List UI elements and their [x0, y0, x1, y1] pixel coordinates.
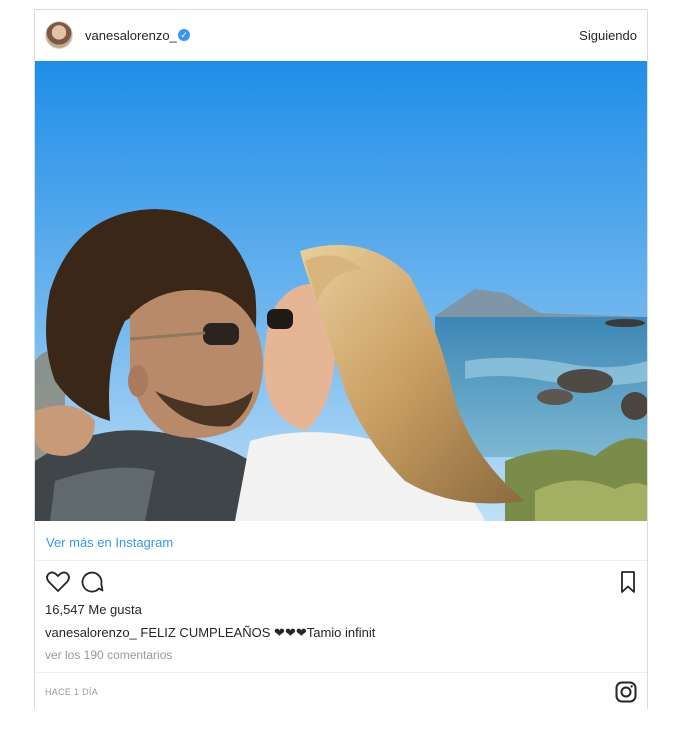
bookmark-icon[interactable]	[614, 568, 642, 596]
post-timestamp: HACE 1 DÍA	[45, 687, 99, 697]
view-comments-link[interactable]: ver los 190 comentarios	[45, 648, 172, 662]
heart-icon[interactable]	[44, 568, 72, 596]
divider	[35, 560, 647, 561]
post-username[interactable]: vanesalorenzo_	[85, 28, 177, 43]
post-header: vanesalorenzo_ ✓ Siguiendo	[35, 10, 647, 61]
following-button[interactable]: Siguiendo	[579, 28, 637, 43]
caption-username[interactable]: vanesalorenzo_	[45, 625, 137, 640]
view-more-on-instagram-link[interactable]: Ver más en Instagram	[46, 535, 173, 550]
comment-icon[interactable]	[78, 568, 106, 596]
like-count[interactable]: 16,547 Me gusta	[45, 602, 142, 617]
post-actions	[35, 568, 647, 598]
post-photo[interactable]	[35, 61, 647, 521]
divider	[35, 672, 647, 673]
post-caption: vanesalorenzo_ FELIZ CUMPLEAÑOS ❤❤❤Tamio…	[45, 625, 375, 641]
profile-avatar[interactable]	[45, 21, 73, 49]
verified-badge-icon: ✓	[178, 29, 190, 41]
instagram-embed-card: vanesalorenzo_ ✓ Siguiendo Ver más en In…	[34, 9, 648, 709]
caption-text: FELIZ CUMPLEAÑOS ❤❤❤Tamio infinit	[140, 625, 376, 640]
instagram-icon[interactable]	[615, 681, 637, 703]
